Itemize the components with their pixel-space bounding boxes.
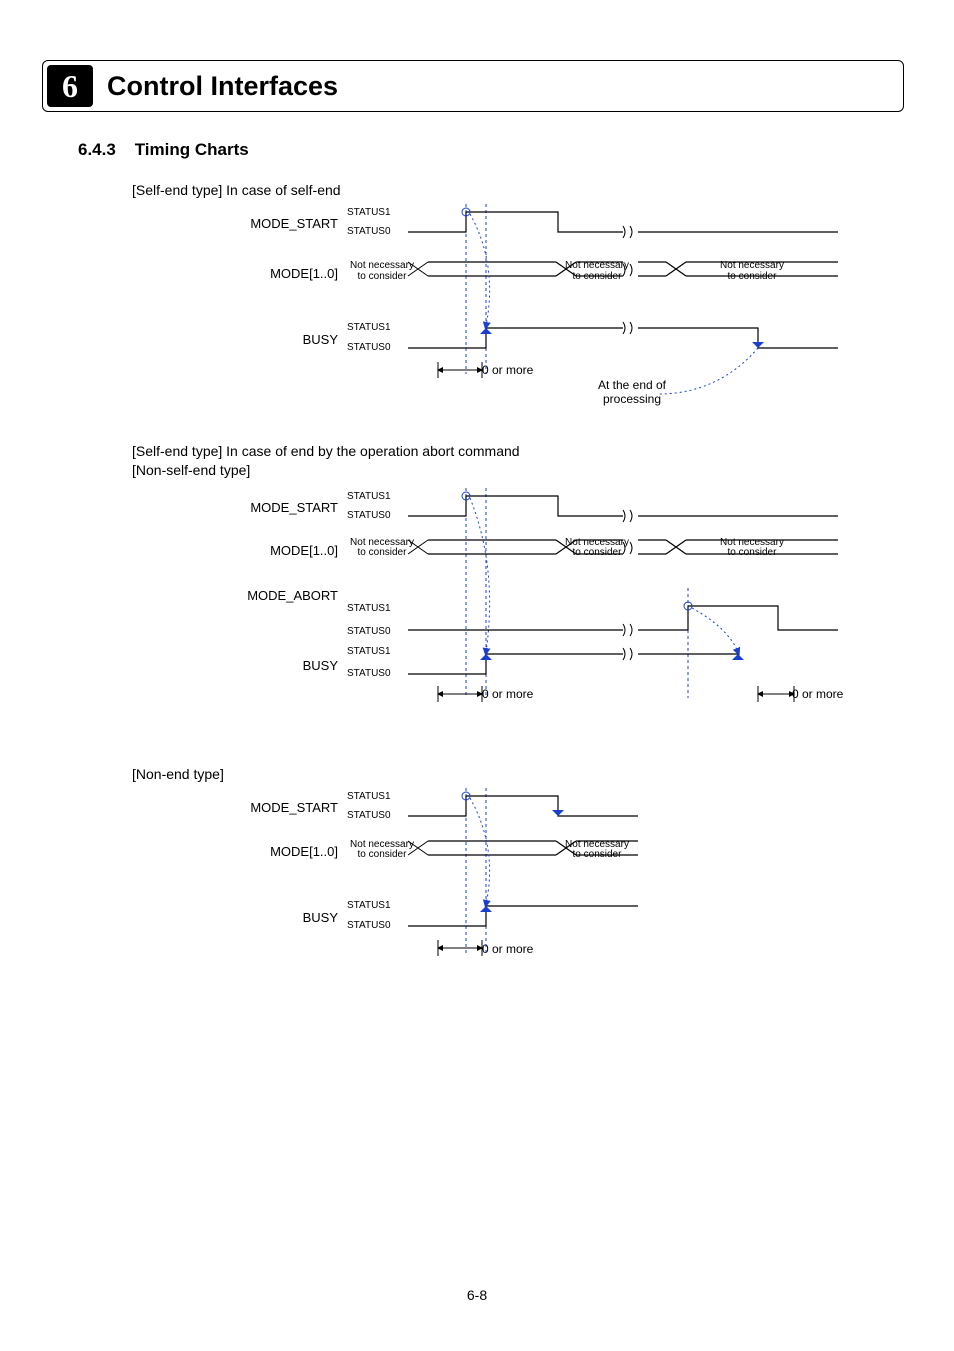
section-number: 6.4.3 (78, 140, 116, 159)
chart3-caption: [Non-end type] (132, 766, 904, 782)
timing-chart-self-end: MODE_START MODE[1..0] BUSY STATUS1 STATU… (192, 204, 904, 424)
chapter-number-badge: 6 (47, 65, 93, 107)
chart1-caption: [Self-end type] In case of self-end (132, 182, 904, 198)
chapter-header: 6 Control Interfaces (42, 60, 904, 112)
timing-chart-abort: MODE_START MODE[1..0] MODE_ABORT BUSY ST… (192, 488, 904, 748)
page-number: 6-8 (0, 1287, 954, 1303)
timing-chart-non-end: MODE_START MODE[1..0] BUSY STATUS1 STATU… (192, 788, 904, 978)
section-heading: 6.4.3 Timing Charts (78, 140, 904, 160)
chart2-caption: [Self-end type] In case of end by the op… (132, 442, 904, 480)
chapter-title: Control Interfaces (107, 71, 338, 102)
section-title: Timing Charts (135, 140, 249, 159)
